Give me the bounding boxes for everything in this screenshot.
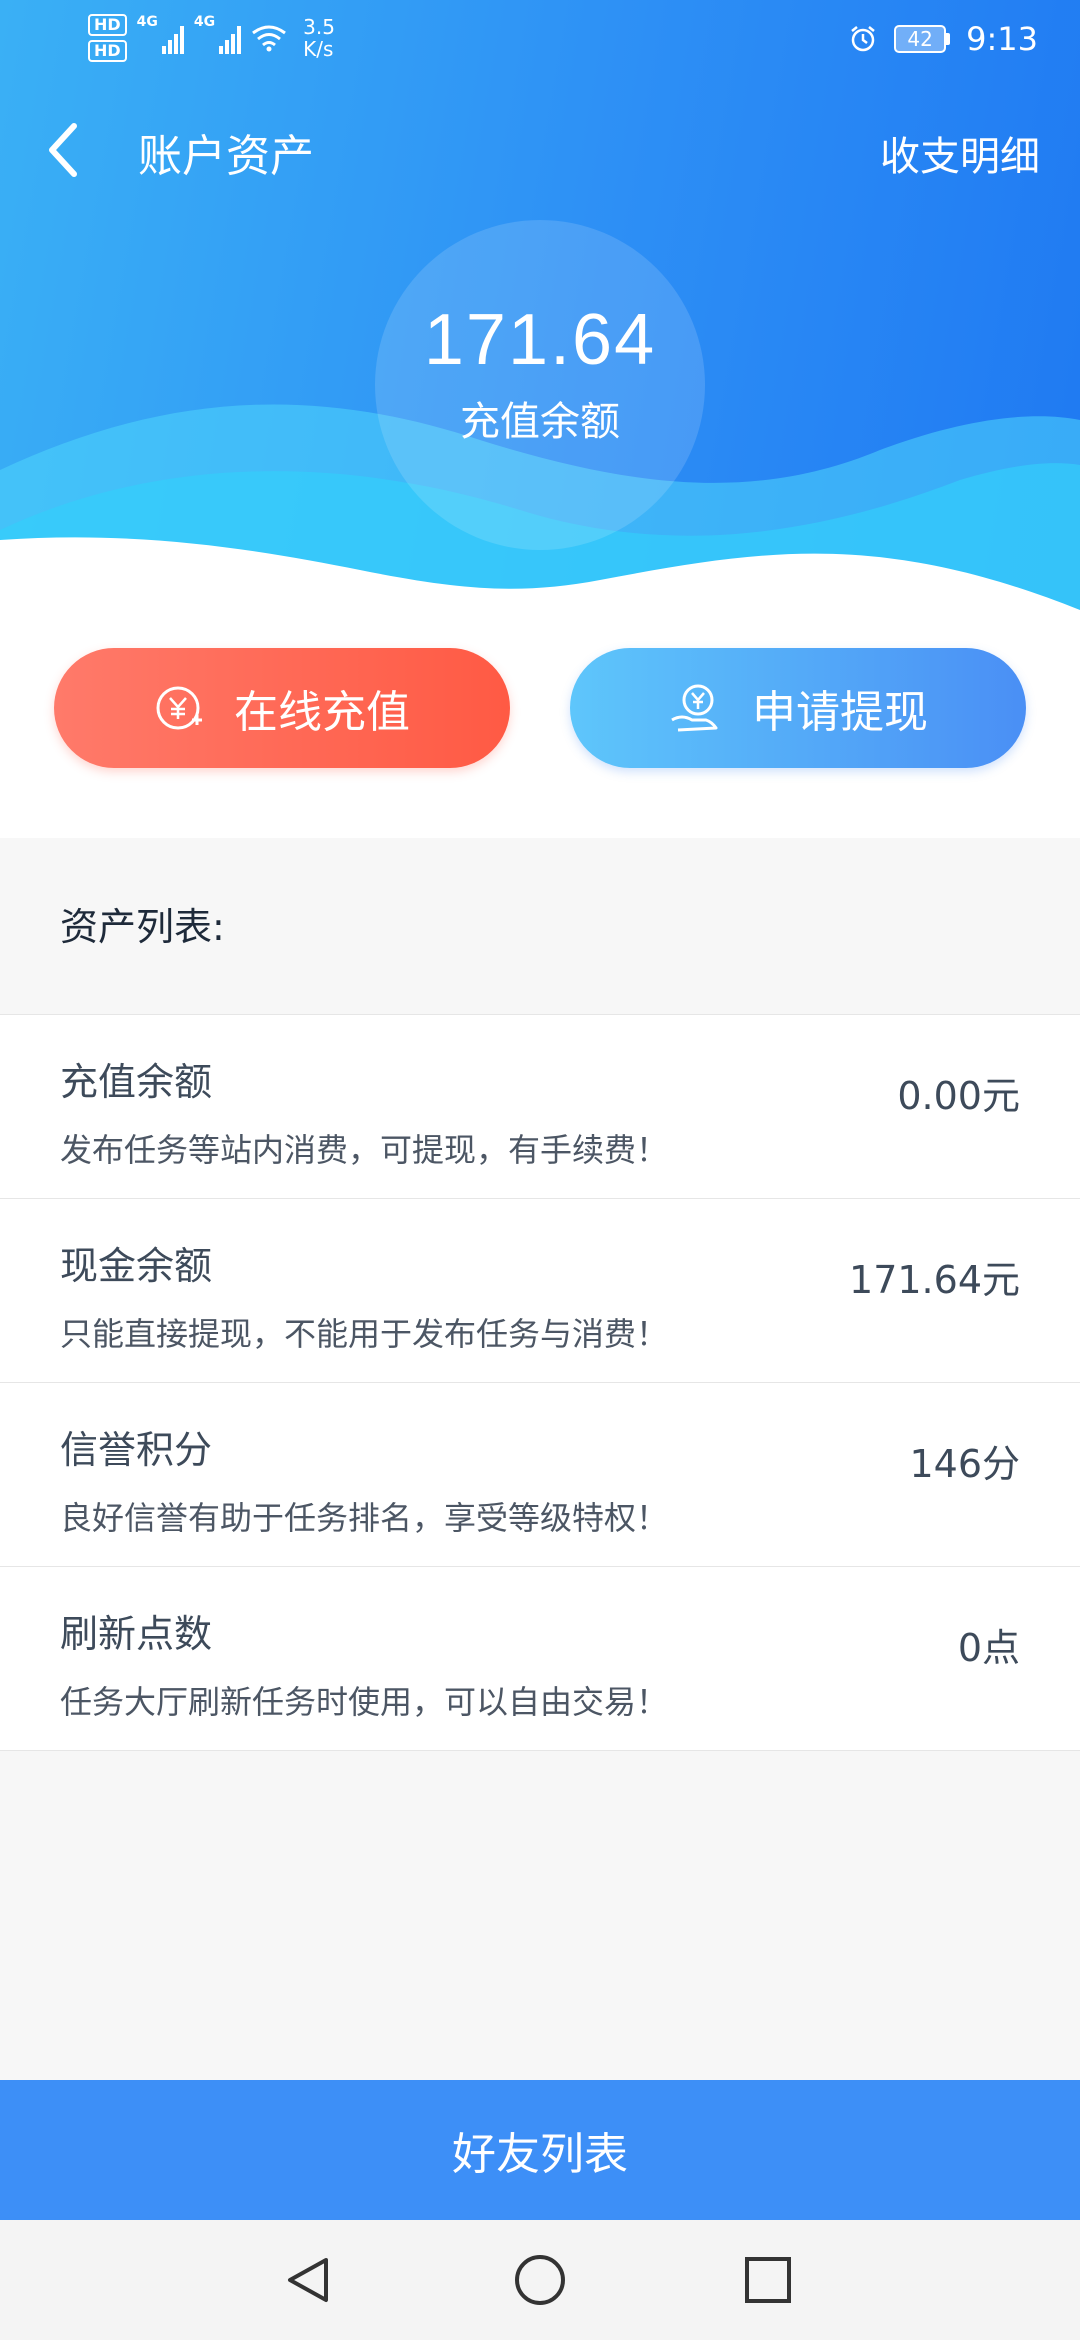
- asset-name: 充值余额: [60, 1060, 213, 1104]
- asset-value: 146分: [909, 1442, 1020, 1486]
- asset-name: 刷新点数: [60, 1612, 213, 1656]
- alarm-icon: [851, 26, 875, 52]
- signal-icon: [161, 22, 184, 54]
- balance-display: 171.64 充值余额: [375, 220, 705, 550]
- wifi-icon: [252, 25, 287, 52]
- asset-description: 只能直接提现，不能用于发布任务与消费！: [60, 1315, 669, 1353]
- hd-icon: HD: [88, 14, 127, 36]
- top-navbar: 账户资产 收支明细: [0, 110, 1080, 190]
- asset-name: 信誉积分: [60, 1428, 213, 1472]
- asset-description: 良好信誉有助于任务排名，享受等级特权！: [60, 1499, 669, 1537]
- asset-description: 发布任务等站内消费，可提现，有手续费！: [60, 1131, 669, 1169]
- yuan-add-icon: [156, 686, 202, 730]
- balance-label: 充值余额: [460, 399, 620, 445]
- list-item[interactable]: 信誉积分 良好信誉有助于任务排名，享受等级特权！ 146分: [0, 1383, 1080, 1567]
- network-speed: 3.5 K/s: [303, 15, 335, 61]
- chevron-left-icon: [49, 123, 77, 177]
- network-type-label: 4G: [193, 14, 216, 30]
- hd-icon: HD: [88, 40, 127, 62]
- asset-list: 充值余额 发布任务等站内消费，可提现，有手续费！ 0.00元 现金余额 只能直接…: [0, 1014, 1080, 1751]
- home-nav-button[interactable]: [504, 2244, 576, 2316]
- apply-withdraw-button[interactable]: 申请提现: [570, 648, 1026, 768]
- hand-coin-icon: [671, 684, 718, 732]
- back-button[interactable]: [36, 118, 92, 182]
- signal-icon: [219, 22, 242, 54]
- friends-list-button[interactable]: 好友列表: [0, 2080, 1080, 2220]
- page-title: 账户资产: [138, 131, 314, 182]
- transaction-details-link[interactable]: 收支明细: [880, 124, 1040, 182]
- online-recharge-button[interactable]: 在线充值: [54, 648, 510, 768]
- recents-nav-button[interactable]: [732, 2244, 804, 2316]
- status-bar: HD HD 4G 4G 3.5 K/s 42 9:13: [0, 0, 1080, 80]
- list-item[interactable]: 现金余额 只能直接提现，不能用于发布任务与消费！ 171.64元: [0, 1199, 1080, 1383]
- asset-value: 0点: [957, 1626, 1020, 1670]
- asset-value: 0.00元: [897, 1074, 1020, 1118]
- square-recents-icon: [745, 2257, 791, 2303]
- system-navigation-bar: [0, 2220, 1080, 2340]
- asset-value: 171.64元: [849, 1258, 1020, 1302]
- asset-list-heading: 资产列表:: [60, 905, 225, 949]
- circle-home-icon: [515, 2255, 565, 2305]
- status-time: 9:13: [966, 20, 1038, 58]
- network-type-label: 4G: [136, 14, 158, 30]
- triangle-back-icon: [288, 2258, 328, 2302]
- asset-description: 任务大厅刷新任务时使用，可以自由交易！: [60, 1683, 669, 1721]
- balance-amount: 171.64: [423, 300, 657, 380]
- back-nav-button[interactable]: [272, 2244, 344, 2316]
- list-item[interactable]: 充值余额 发布任务等站内消费，可提现，有手续费！ 0.00元: [0, 1015, 1080, 1199]
- withdraw-label: 申请提现: [752, 687, 928, 738]
- asset-name: 现金余额: [60, 1244, 213, 1288]
- list-item[interactable]: 刷新点数 任务大厅刷新任务时使用，可以自由交易！ 0点: [0, 1567, 1080, 1751]
- battery-icon: 42: [894, 25, 951, 53]
- recharge-label: 在线充值: [234, 687, 410, 738]
- header-banner: HD HD 4G 4G 3.5 K/s 42 9:13 账户资产 收支明细 17…: [0, 0, 1080, 640]
